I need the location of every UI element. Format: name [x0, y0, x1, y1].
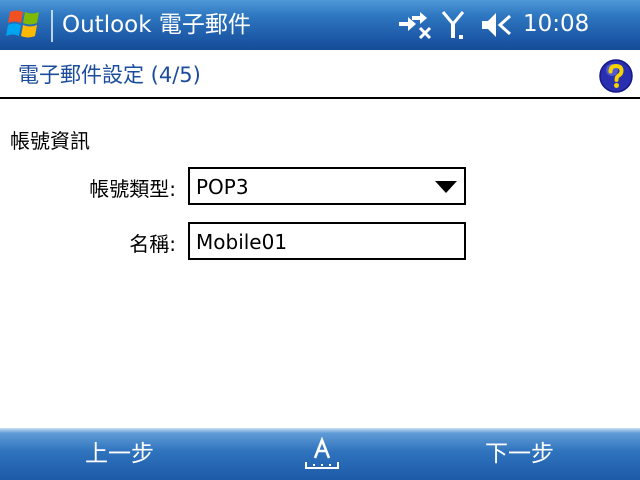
- account-type-select[interactable]: POP3: [188, 167, 466, 205]
- name-field[interactable]: Mobile01: [188, 222, 466, 260]
- name-label: 名稱:: [129, 232, 176, 256]
- input-panel-icon[interactable]: [304, 436, 340, 472]
- account-type-value: POP3: [196, 175, 249, 199]
- page-header: 電子郵件設定 (4/5): [0, 50, 640, 98]
- title-separator: [51, 10, 53, 42]
- section-label: 帳號資訊: [10, 129, 90, 153]
- account-type-label: 帳號類型:: [89, 177, 176, 201]
- app-title: Outlook 電子郵件: [62, 12, 251, 38]
- name-value: Mobile01: [196, 230, 288, 254]
- page-title: 電子郵件設定 (4/5): [18, 63, 201, 87]
- next-button[interactable]: 下一步: [485, 440, 554, 468]
- back-button[interactable]: 上一步: [85, 440, 154, 468]
- chevron-down-icon[interactable]: [435, 181, 457, 193]
- header-divider: [0, 97, 640, 99]
- help-icon[interactable]: [599, 59, 633, 93]
- title-bar: Outlook 電子郵件 10:08: [0, 0, 640, 50]
- clock[interactable]: 10:08: [523, 10, 589, 38]
- signal-icon[interactable]: [440, 10, 466, 40]
- speaker-muted-icon[interactable]: [480, 10, 514, 40]
- connectivity-icon[interactable]: [396, 10, 434, 40]
- windows-start-icon[interactable]: [4, 4, 46, 46]
